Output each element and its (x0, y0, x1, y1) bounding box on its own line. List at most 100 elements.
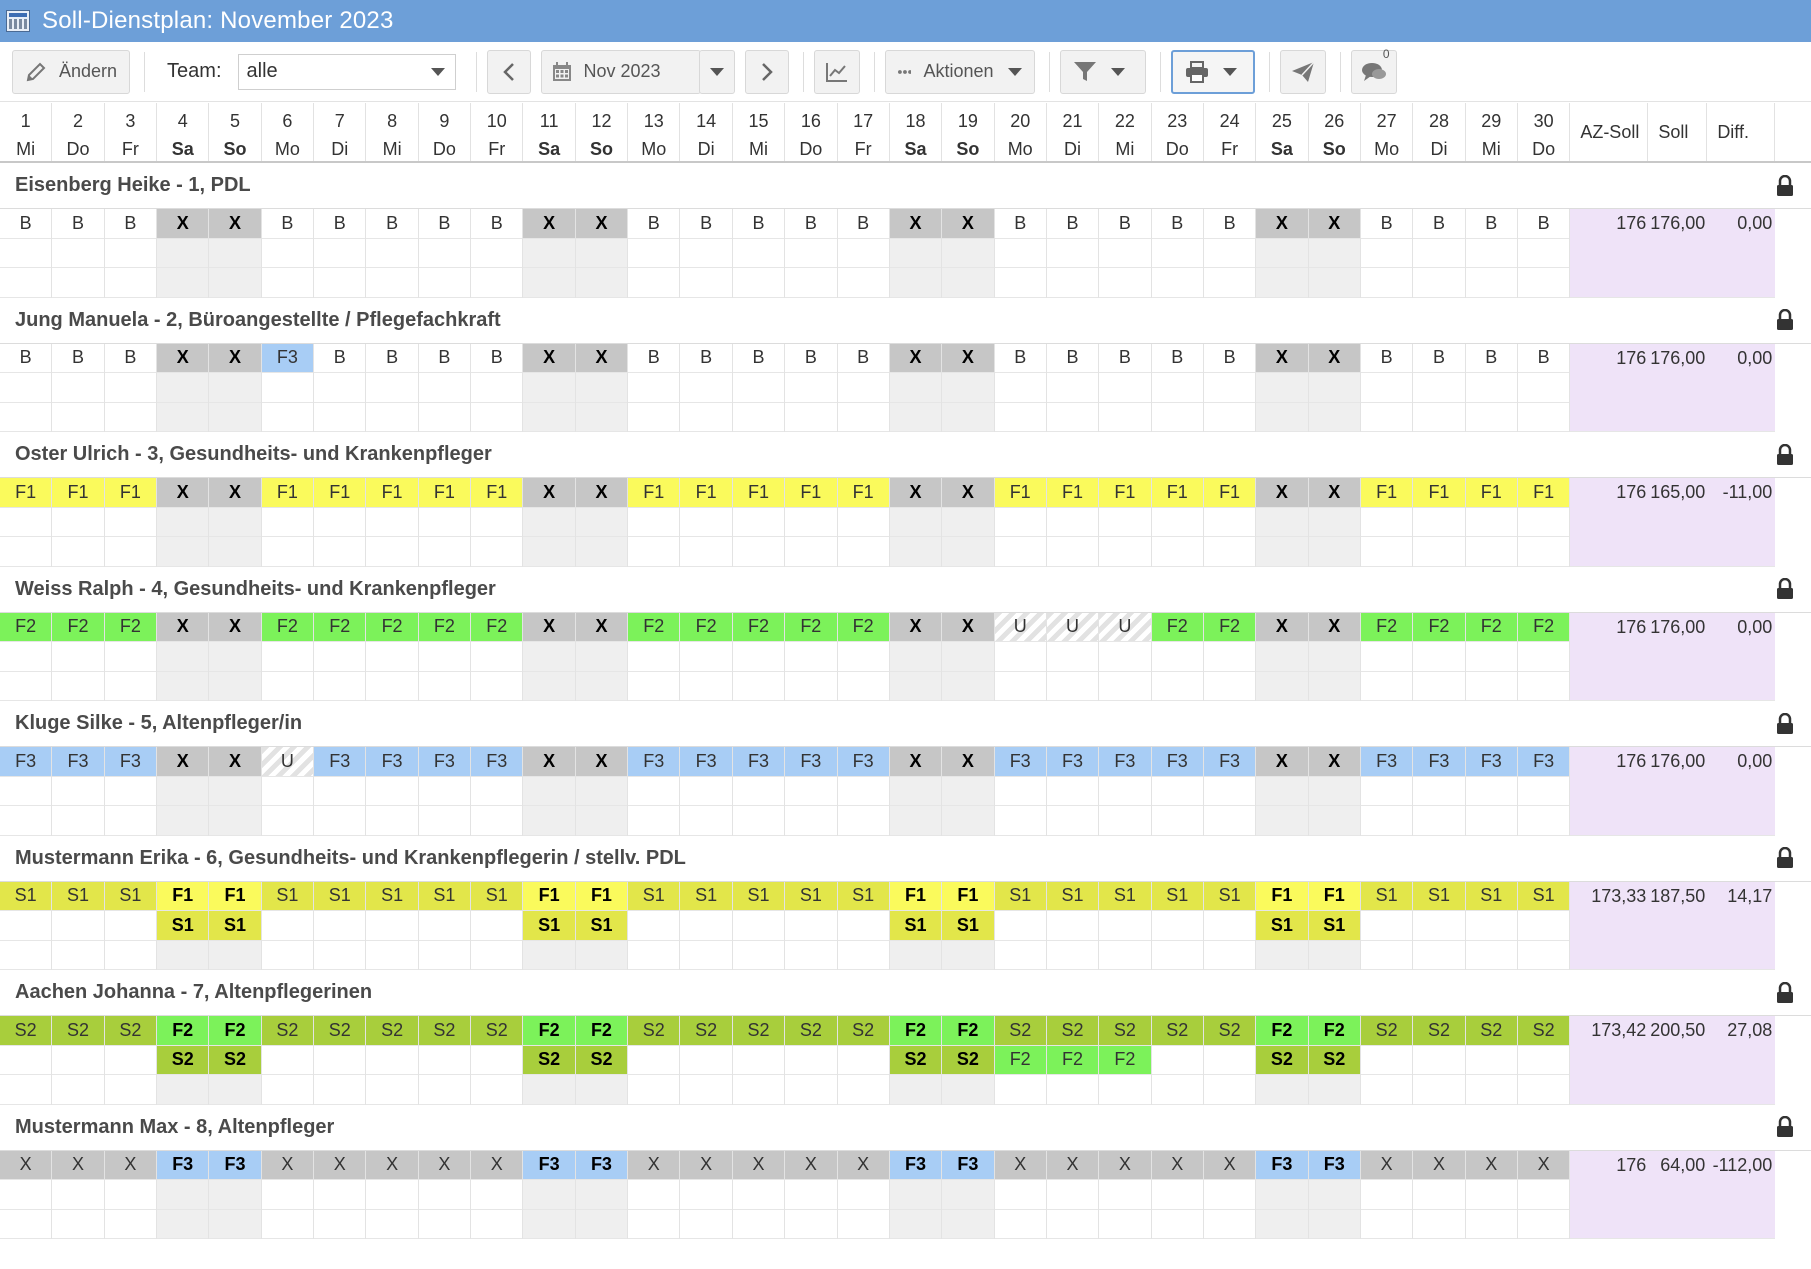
lock-icon[interactable] (1775, 309, 1795, 331)
empty-shift-cell[interactable] (1203, 268, 1256, 298)
shift-cell[interactable]: S2 (471, 1016, 523, 1046)
empty-shift-cell[interactable] (994, 672, 1046, 701)
empty-shift-cell[interactable] (471, 1075, 523, 1105)
empty-shift-cell[interactable] (523, 806, 575, 836)
shift-cell[interactable]: X (209, 612, 261, 642)
empty-shift-cell[interactable] (209, 403, 261, 432)
shift-cell[interactable] (1099, 911, 1151, 941)
shift-cell[interactable]: F3 (1517, 747, 1570, 777)
empty-shift-cell[interactable] (785, 268, 837, 298)
empty-shift-cell[interactable] (1360, 1075, 1413, 1105)
previous-month-button[interactable] (486, 49, 531, 94)
empty-shift-cell[interactable] (837, 1075, 889, 1105)
empty-shift-cell[interactable] (1517, 268, 1570, 298)
shift-cell[interactable] (0, 508, 52, 537)
shift-cell[interactable] (1360, 373, 1413, 403)
shift-cell[interactable]: F3 (994, 747, 1046, 777)
shift-cell[interactable]: B (104, 343, 157, 373)
shift-cell[interactable]: X (942, 612, 994, 642)
shift-cell[interactable] (942, 642, 994, 672)
shift-cell[interactable]: F3 (1256, 1150, 1308, 1180)
shift-cell[interactable] (157, 1180, 209, 1210)
empty-shift-cell[interactable] (994, 806, 1046, 836)
shift-cell[interactable]: S1 (1360, 881, 1413, 911)
shift-cell[interactable]: B (837, 343, 889, 373)
shift-cell[interactable] (1256, 239, 1308, 268)
shift-cell[interactable] (1308, 1180, 1360, 1210)
empty-shift-cell[interactable] (1308, 403, 1360, 432)
empty-shift-cell[interactable] (889, 268, 942, 298)
shift-cell[interactable] (1046, 1180, 1099, 1210)
shift-cell[interactable]: B (732, 209, 785, 239)
empty-shift-cell[interactable] (1203, 941, 1256, 970)
shift-cell[interactable] (732, 1180, 785, 1210)
shift-cell[interactable] (1465, 911, 1517, 941)
empty-shift-cell[interactable] (366, 537, 418, 567)
empty-shift-cell[interactable] (471, 672, 523, 701)
empty-shift-cell[interactable] (157, 1075, 209, 1105)
shift-cell[interactable]: B (837, 209, 889, 239)
shift-cell[interactable]: F1 (314, 478, 366, 508)
shift-cell[interactable]: S1 (1308, 911, 1360, 941)
shift-cell[interactable] (1151, 1180, 1203, 1210)
shift-cell[interactable] (209, 239, 261, 268)
lock-icon[interactable] (1775, 1116, 1795, 1138)
shift-cell[interactable] (1360, 508, 1413, 537)
shift-cell[interactable] (209, 508, 261, 537)
shift-cell[interactable]: F3 (1360, 747, 1413, 777)
shift-cell[interactable]: F3 (837, 747, 889, 777)
shift-cell[interactable] (523, 1180, 575, 1210)
shift-cell[interactable]: X (52, 1150, 104, 1180)
empty-shift-cell[interactable] (1360, 941, 1413, 970)
shift-cell[interactable] (1256, 373, 1308, 403)
shift-cell[interactable] (785, 911, 837, 941)
shift-cell[interactable] (889, 508, 942, 537)
shift-cell[interactable]: F3 (942, 1150, 994, 1180)
lock-icon[interactable] (1775, 981, 1795, 1004)
empty-shift-cell[interactable] (418, 672, 471, 701)
shift-cell[interactable]: B (1360, 209, 1413, 239)
shift-cell[interactable]: F3 (628, 747, 680, 777)
shift-cell[interactable] (366, 777, 418, 806)
empty-shift-cell[interactable] (471, 268, 523, 298)
shift-cell[interactable] (1046, 911, 1099, 941)
shift-cell[interactable]: X (785, 1150, 837, 1180)
shift-cell[interactable] (471, 1180, 523, 1210)
shift-cell[interactable]: X (1256, 612, 1308, 642)
shift-cell[interactable]: S1 (942, 911, 994, 941)
lock-icon[interactable] (1775, 847, 1795, 869)
shift-cell[interactable] (314, 239, 366, 268)
empty-shift-cell[interactable] (209, 672, 261, 701)
empty-shift-cell[interactable] (1046, 941, 1099, 970)
empty-shift-cell[interactable] (157, 403, 209, 432)
shift-cell[interactable]: S1 (1046, 881, 1099, 911)
shift-cell[interactable]: F3 (1099, 747, 1151, 777)
shift-cell[interactable] (1308, 777, 1360, 806)
shift-cell[interactable]: S1 (575, 911, 628, 941)
shift-cell[interactable] (104, 508, 157, 537)
shift-cell[interactable] (1256, 1180, 1308, 1210)
shift-cell[interactable] (942, 777, 994, 806)
shift-cell[interactable]: F2 (837, 612, 889, 642)
shift-cell[interactable]: F2 (680, 612, 732, 642)
shift-cell[interactable]: F2 (575, 1016, 628, 1046)
empty-shift-cell[interactable] (1517, 1210, 1570, 1239)
shift-cell[interactable] (261, 373, 314, 403)
shift-cell[interactable]: X (366, 1150, 418, 1180)
shift-cell[interactable]: F1 (1517, 478, 1570, 508)
shift-cell[interactable] (680, 1046, 732, 1075)
shift-cell[interactable]: F2 (1203, 612, 1256, 642)
empty-shift-cell[interactable] (157, 672, 209, 701)
empty-shift-cell[interactable] (1465, 268, 1517, 298)
shift-cell[interactable]: X (837, 1150, 889, 1180)
shift-cell[interactable] (680, 508, 732, 537)
shift-cell[interactable]: F3 (314, 747, 366, 777)
empty-shift-cell[interactable] (942, 537, 994, 567)
shift-cell[interactable]: F1 (575, 881, 628, 911)
chart-button[interactable] (813, 49, 860, 94)
shift-cell[interactable] (1203, 1046, 1256, 1075)
shift-cell[interactable] (0, 911, 52, 941)
shift-cell[interactable] (942, 1180, 994, 1210)
shift-cell[interactable] (366, 911, 418, 941)
empty-shift-cell[interactable] (471, 941, 523, 970)
